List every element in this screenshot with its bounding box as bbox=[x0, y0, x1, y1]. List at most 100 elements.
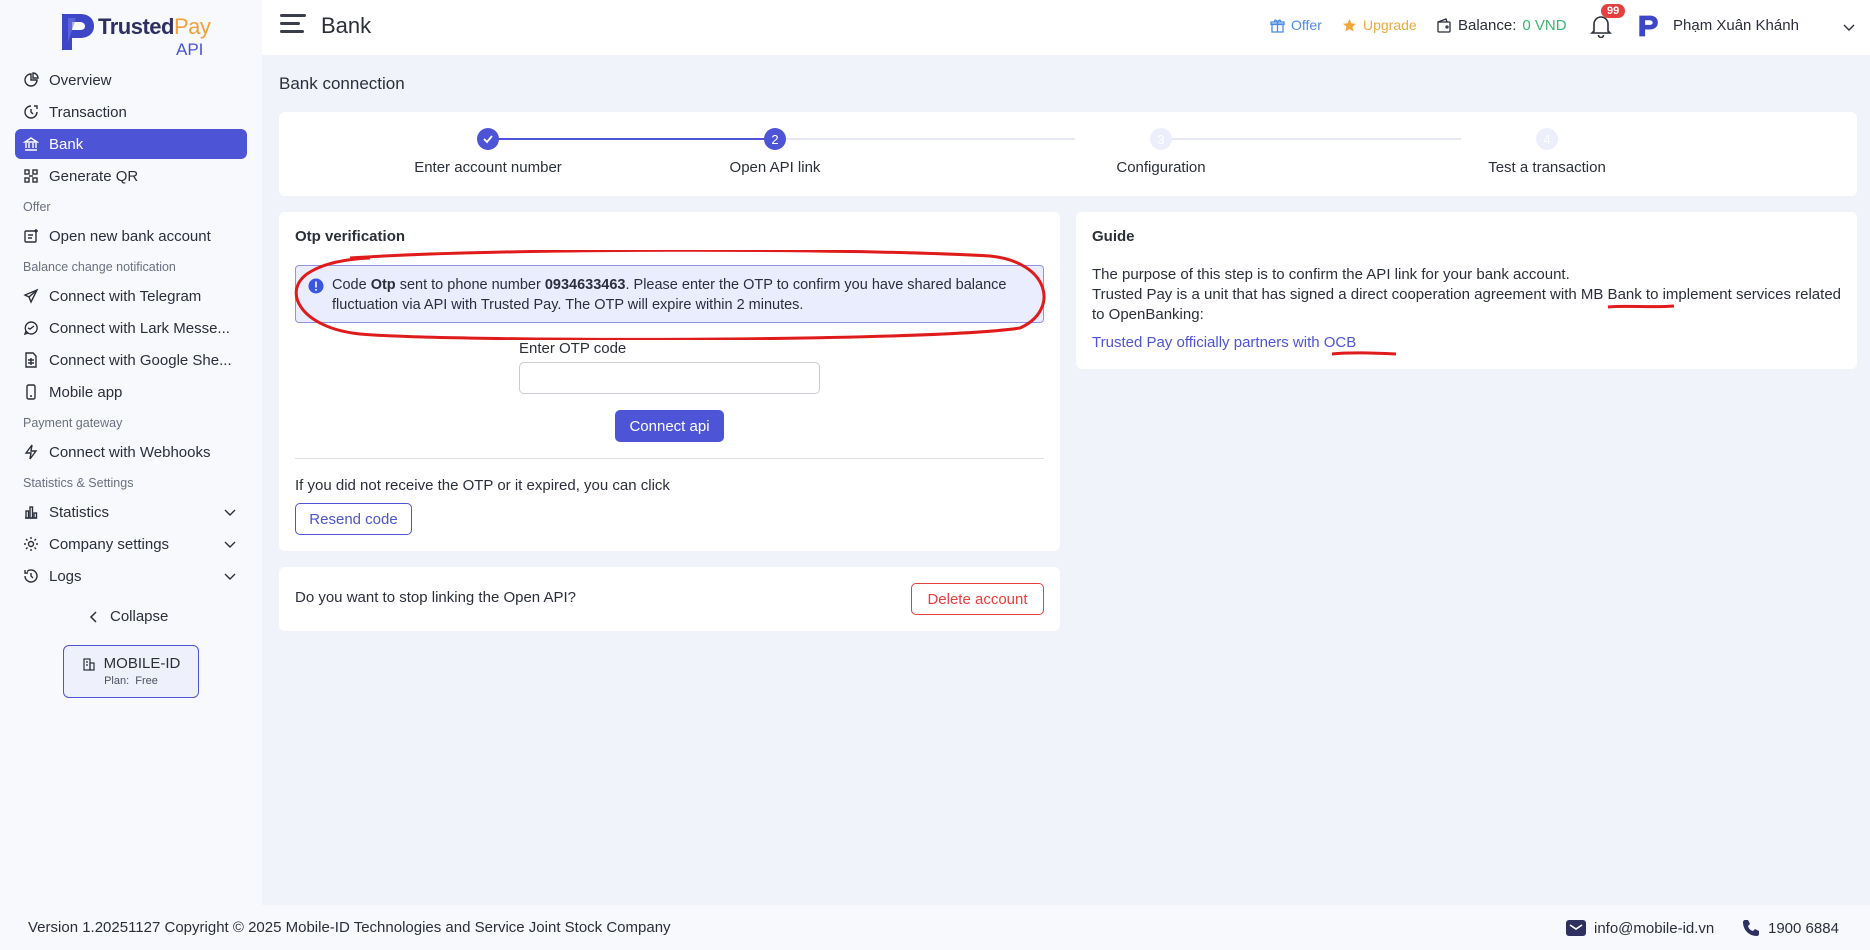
star-icon bbox=[1343, 18, 1356, 31]
divider bbox=[295, 458, 1044, 459]
organization-card[interactable]: MOBILE-ID Plan: Free bbox=[63, 645, 199, 698]
wallet-icon bbox=[1437, 18, 1451, 33]
footer-email-link[interactable]: info@mobile-id.vn bbox=[1566, 919, 1714, 937]
sidebar-item-label: Statistics bbox=[49, 503, 110, 521]
section-title: Bank connection bbox=[279, 74, 405, 93]
chevron-down-icon[interactable] bbox=[1842, 20, 1856, 34]
telegram-icon bbox=[23, 288, 39, 304]
step-enter-account[interactable]: Enter account number bbox=[328, 128, 648, 176]
new-account-icon bbox=[23, 228, 39, 244]
sidebar-item-label: Connect with Lark Messe... bbox=[49, 319, 230, 337]
gear-icon bbox=[23, 536, 39, 552]
history-icon bbox=[23, 568, 39, 584]
brand-name: TrustedPay bbox=[98, 14, 211, 39]
stepper: Enter account number 2 Open API link 3 C… bbox=[279, 112, 1857, 196]
offer-button[interactable]: Offer bbox=[1270, 17, 1322, 33]
balance-display[interactable]: Balance: 0 VND bbox=[1436, 17, 1567, 34]
sidebar-group-offer: Offer bbox=[23, 200, 51, 214]
resend-code-button[interactable]: Resend code bbox=[295, 503, 412, 535]
sidebar-item-label: Open new bank account bbox=[49, 227, 211, 245]
sidebar-item-overview[interactable]: Overview bbox=[15, 65, 247, 95]
lightning-icon bbox=[23, 444, 39, 460]
stop-linking-card: Do you want to stop linking the Open API… bbox=[279, 567, 1060, 631]
otp-verification-card: Otp verification Code Otp sent to phone … bbox=[279, 212, 1060, 551]
guide-card: Guide The purpose of this step is to con… bbox=[1076, 212, 1857, 369]
step-open-api-link[interactable]: 2 Open API link bbox=[615, 128, 935, 176]
sidebar-item-statistics[interactable]: Statistics bbox=[15, 497, 247, 527]
footer-phone-link[interactable]: 1900 6884 bbox=[1742, 919, 1839, 937]
transaction-icon bbox=[23, 104, 39, 120]
bank-icon bbox=[23, 136, 39, 152]
mail-icon bbox=[1566, 920, 1586, 936]
sidebar-item-label: Bank bbox=[49, 135, 84, 153]
qr-icon bbox=[23, 168, 39, 184]
sidebar-group-gateway: Payment gateway bbox=[23, 416, 123, 430]
footer-copyright: Version 1.20251127 Copyright © 2025 Mobi… bbox=[28, 919, 671, 936]
step-label: Open API link bbox=[729, 159, 821, 176]
chat-icon bbox=[23, 320, 39, 336]
sidebar-item-label: Generate QR bbox=[49, 167, 139, 185]
sidebar-item-telegram[interactable]: Connect with Telegram bbox=[15, 281, 247, 311]
otp-info-alert: Code Otp sent to phone number 0934633463… bbox=[295, 265, 1044, 323]
sidebar-item-webhooks[interactable]: Connect with Webhooks bbox=[15, 437, 247, 467]
sidebar-item-generate-qr[interactable]: Generate QR bbox=[15, 161, 247, 191]
sidebar-item-label: Connect with Google She... bbox=[49, 351, 232, 369]
sidebar-nav: Overview Transaction Bank Generate QR Of… bbox=[15, 65, 247, 593]
step-configuration[interactable]: 3 Configuration bbox=[1001, 128, 1321, 176]
sidebar-item-google-sheets[interactable]: Connect with Google She... bbox=[15, 345, 247, 375]
menu-toggle-icon[interactable] bbox=[280, 14, 306, 36]
brand-logo-icon bbox=[62, 14, 94, 50]
sheet-icon bbox=[23, 352, 39, 368]
sidebar-item-label: Connect with Telegram bbox=[49, 287, 202, 305]
balance-label: Balance: bbox=[1458, 17, 1517, 34]
notification-badge: 99 bbox=[1601, 4, 1626, 18]
collapse-button[interactable]: Collapse bbox=[88, 608, 168, 625]
sidebar-item-label: Mobile app bbox=[49, 383, 123, 401]
resend-prompt: If you did not receive the OTP or it exp… bbox=[295, 477, 670, 494]
bar-chart-icon bbox=[23, 504, 39, 520]
gift-icon bbox=[1270, 18, 1285, 33]
card-title: Guide bbox=[1092, 228, 1135, 245]
check-icon bbox=[477, 128, 499, 150]
otp-input[interactable] bbox=[519, 362, 820, 394]
user-name[interactable]: Phạm Xuân Khánh bbox=[1673, 17, 1799, 34]
chevron-left-icon bbox=[89, 610, 97, 623]
sidebar-item-label: Connect with Webhooks bbox=[49, 443, 211, 461]
sidebar-item-transaction[interactable]: Transaction bbox=[15, 97, 247, 127]
step-label: Enter account number bbox=[414, 159, 562, 176]
sidebar-item-mobile-app[interactable]: Mobile app bbox=[15, 377, 247, 407]
step-label: Configuration bbox=[1116, 159, 1206, 176]
card-title: Otp verification bbox=[295, 228, 406, 245]
avatar[interactable] bbox=[1637, 14, 1659, 38]
sidebar-item-logs[interactable]: Logs bbox=[15, 561, 247, 591]
chevron-down-icon bbox=[224, 541, 236, 548]
organization-plan: Plan: Free bbox=[104, 675, 158, 687]
sidebar-item-lark[interactable]: Connect with Lark Messe... bbox=[15, 313, 247, 343]
step-test-transaction[interactable]: 4 Test a transaction bbox=[1387, 128, 1707, 176]
sidebar-item-company-settings[interactable]: Company settings bbox=[15, 529, 247, 559]
sidebar: TrustedPay API Overview Transaction Bank… bbox=[0, 0, 262, 905]
partner-link[interactable]: Trusted Pay officially partners with OCB bbox=[1092, 334, 1356, 351]
sidebar-group-stats: Statistics & Settings bbox=[23, 476, 134, 490]
step-number: 2 bbox=[764, 128, 786, 150]
sidebar-group-notification: Balance change notification bbox=[23, 260, 176, 274]
otp-input-label: Enter OTP code bbox=[519, 340, 627, 357]
balance-value: 0 VND bbox=[1522, 17, 1567, 34]
sidebar-item-bank[interactable]: Bank bbox=[15, 129, 247, 159]
sidebar-item-label: Logs bbox=[49, 567, 82, 585]
building-icon bbox=[83, 657, 95, 671]
step-number: 4 bbox=[1536, 128, 1558, 150]
sidebar-item-label: Overview bbox=[49, 71, 112, 89]
collapse-label: Collapse bbox=[110, 608, 169, 625]
delete-account-button[interactable]: Delete account bbox=[911, 583, 1044, 615]
sidebar-item-open-bank-account[interactable]: Open new bank account bbox=[15, 221, 247, 251]
upgrade-label: Upgrade bbox=[1363, 17, 1417, 33]
connect-api-button[interactable]: Connect api bbox=[615, 410, 724, 442]
brand-suffix: API bbox=[176, 40, 204, 59]
chevron-down-icon bbox=[224, 509, 236, 516]
brand-logo[interactable]: TrustedPay API bbox=[58, 10, 218, 59]
page-title: Bank bbox=[321, 13, 372, 38]
organization-name: MOBILE-ID bbox=[103, 655, 181, 672]
upgrade-button[interactable]: Upgrade bbox=[1342, 17, 1417, 33]
top-header: Bank bbox=[262, 0, 1870, 55]
